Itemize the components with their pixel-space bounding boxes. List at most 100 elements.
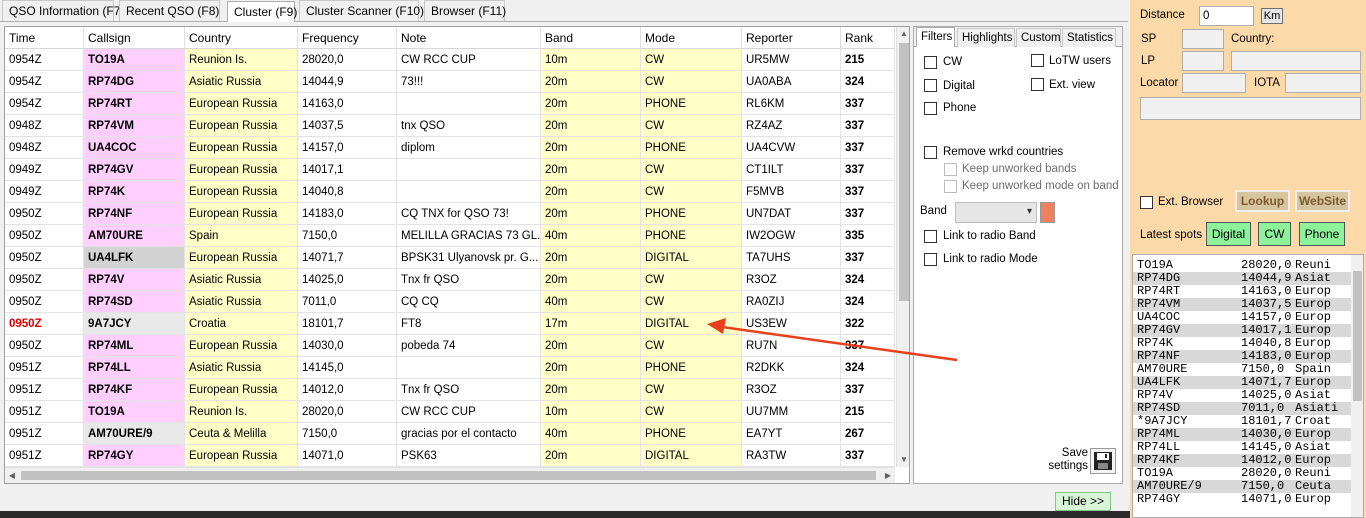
table-row[interactable]: 0948Z UA4COC European Russia 14157,0 diplom 2… — [5, 137, 895, 159]
link-band-checkbox[interactable] — [924, 230, 937, 243]
table-row[interactable]: 0950Z 9A7JCY Croatia 18101,7 FT8 17m DIGITAL US… — [5, 313, 895, 335]
save-settings-button[interactable] — [1090, 448, 1116, 474]
lookup-button[interactable]: Lookup — [1235, 190, 1290, 212]
cell-country: European Russia — [185, 247, 298, 269]
spots-scroll-thumb[interactable] — [1353, 271, 1362, 401]
website-button[interactable]: WebSite — [1295, 190, 1350, 212]
distance-field[interactable]: 0 — [1199, 6, 1254, 26]
cluster-grid[interactable]: Time Callsign Country Frequency Note Ban… — [4, 26, 910, 484]
spots-scrollbar[interactable] — [1351, 255, 1363, 517]
table-row[interactable]: 0951Z RP74GY European Russia 14071,0 PSK63 20… — [5, 445, 895, 467]
table-row[interactable]: 0954Z TO19A Reunion Is. 28020,0 CW RCC CUP 10… — [5, 49, 895, 71]
scroll-down-icon[interactable]: ▼ — [897, 453, 909, 467]
keep-bands-checkbox[interactable] — [944, 163, 957, 176]
remove-worked-checkbox[interactable] — [924, 146, 937, 159]
locator-field[interactable] — [1182, 73, 1246, 93]
cell-call: RP74SD — [84, 291, 185, 313]
table-row[interactable]: 0954Z RP74DG Asiatic Russia 14044,9 73!!! 20m… — [5, 71, 895, 93]
tab-recent-qso[interactable]: Recent QSO (F8) — [119, 0, 220, 21]
table-row[interactable]: 0954Z RP74RT European Russia 14163,0 20m PHON… — [5, 93, 895, 115]
cell-time: 0948Z — [5, 115, 84, 137]
cell-freq: 14037,5 — [298, 115, 397, 137]
band-select[interactable]: ▾ — [955, 202, 1037, 223]
sp-field[interactable] — [1182, 29, 1224, 49]
distance-label: Distance — [1140, 9, 1185, 21]
table-row[interactable]: 0950Z RP74ML European Russia 14030,0 pobeda … — [5, 335, 895, 357]
col-header-rank[interactable]: Rank — [841, 27, 895, 49]
table-row[interactable]: 0950Z RP74V Asiatic Russia 14025,0 Tnx fr QS… — [5, 269, 895, 291]
link-mode-checkbox[interactable] — [924, 253, 937, 266]
locator-label: Locator — [1140, 77, 1179, 89]
cell-band: 10m — [541, 49, 641, 71]
scroll-right-icon[interactable]: ▶ — [881, 468, 895, 483]
scroll-left-icon[interactable]: ◀ — [5, 468, 19, 483]
ext-browser-checkbox[interactable] — [1140, 196, 1153, 209]
cell-freq: 18101,7 — [298, 313, 397, 335]
table-row[interactable]: 0948Z RP74VM European Russia 14037,5 tnx QSO… — [5, 115, 895, 137]
keep-mode-checkbox[interactable] — [944, 180, 957, 193]
spots-digital-button[interactable]: Digital — [1206, 222, 1251, 246]
iota-field[interactable] — [1285, 73, 1361, 93]
col-header-band[interactable]: Band — [541, 27, 641, 49]
tab-qso-information[interactable]: QSO Information (F7) — [2, 0, 124, 21]
cell-time: 0949Z — [5, 159, 84, 181]
spots-phone-button[interactable]: Phone — [1299, 222, 1345, 246]
cell-call: RP74RT — [84, 93, 185, 115]
table-row[interactable]: 0950Z UA4LFK European Russia 14071,7 BPSK31 … — [5, 247, 895, 269]
spot-item[interactable]: RP74GY 14071,0 Europ — [1133, 493, 1351, 506]
latest-spots-list[interactable]: TO19A 28020,0 Reuni RP74DG 14044,9 Asiat RP74R… — [1132, 254, 1364, 518]
table-row[interactable]: 0949Z RP74K European Russia 14040,8 20m CW F5M… — [5, 181, 895, 203]
cell-reporter: EA7YT — [742, 423, 841, 445]
cell-note — [397, 181, 541, 203]
hide-button[interactable]: Hide >> — [1055, 492, 1111, 511]
table-row[interactable]: 0950Z RP74NF European Russia 14183,0 CQ TNX … — [5, 203, 895, 225]
ext-view-checkbox[interactable] — [1031, 78, 1044, 91]
lotw-checkbox[interactable] — [1031, 54, 1044, 67]
tab-cluster[interactable]: Cluster (F9) — [227, 1, 297, 22]
cell-country: Reunion Is. — [185, 401, 298, 423]
col-header-callsign[interactable]: Callsign — [84, 27, 185, 49]
info-text-field[interactable] — [1140, 97, 1361, 120]
scroll-thumb-horizontal[interactable] — [21, 471, 876, 480]
cell-rank: 337 — [841, 159, 895, 181]
table-row[interactable]: 0951Z AM70URE/9 Ceuta & Melilla 7150,0 graci… — [5, 423, 895, 445]
col-header-reporter[interactable]: Reporter — [742, 27, 841, 49]
col-header-time[interactable]: Time — [5, 27, 84, 49]
table-row[interactable]: 0951Z TO19A Reunion Is. 28020,0 CW RCC CUP 10… — [5, 401, 895, 423]
table-row[interactable]: 0951Z RP74LL Asiatic Russia 14145,0 20m PHONE… — [5, 357, 895, 379]
table-row[interactable]: 0951Z RP74KF European Russia 14012,0 Tnx fr … — [5, 379, 895, 401]
col-header-frequency[interactable]: Frequency — [298, 27, 397, 49]
grid-vertical-scrollbar[interactable]: ▲ ▼ — [896, 27, 909, 467]
table-row[interactable]: 0950Z AM70URE Spain 7150,0 MELILLA GRACIAS 7… — [5, 225, 895, 247]
cell-freq: 7150,0 — [298, 225, 397, 247]
country-field[interactable] — [1231, 51, 1361, 71]
tab-filters[interactable]: Filters — [916, 27, 955, 47]
cell-time: 0951Z — [5, 379, 84, 401]
grid-horizontal-scrollbar[interactable]: ◀ ▶ — [5, 467, 895, 483]
cw-checkbox[interactable] — [924, 56, 937, 69]
cell-time: 0950Z — [5, 291, 84, 313]
tab-custom[interactable]: Custom — [1016, 28, 1061, 47]
tab-browser[interactable]: Browser (F11) — [424, 0, 506, 21]
col-header-country[interactable]: Country — [185, 27, 298, 49]
table-row[interactable]: 0950Z RP74SD Asiatic Russia 7011,0 CQ CQ 40m C… — [5, 291, 895, 313]
tab-highlights[interactable]: Highlights — [957, 28, 1015, 47]
col-header-mode[interactable]: Mode — [641, 27, 742, 49]
spots-cw-button[interactable]: CW — [1258, 222, 1291, 246]
table-row[interactable]: 0949Z RP74GV European Russia 14017,1 20m CW CT… — [5, 159, 895, 181]
col-header-note[interactable]: Note — [397, 27, 541, 49]
scroll-up-icon[interactable]: ▲ — [897, 27, 909, 41]
scroll-thumb[interactable] — [899, 43, 909, 301]
lp-field[interactable] — [1182, 51, 1224, 71]
band-label: Band — [920, 205, 947, 217]
digital-checkbox[interactable] — [924, 79, 937, 92]
tab-cluster-scanner[interactable]: Cluster Scanner (F10) — [299, 0, 424, 21]
km-button[interactable]: Km — [1261, 8, 1283, 24]
cell-call: AM70URE — [84, 225, 185, 247]
cell-note: Tnx fr QSO — [397, 379, 541, 401]
phone-checkbox[interactable] — [924, 102, 937, 115]
tab-statistics[interactable]: Statistics — [1062, 28, 1116, 47]
cell-call: UA4LFK — [84, 247, 185, 269]
cell-mode: CW — [641, 269, 742, 291]
band-color-swatch[interactable] — [1040, 202, 1055, 223]
